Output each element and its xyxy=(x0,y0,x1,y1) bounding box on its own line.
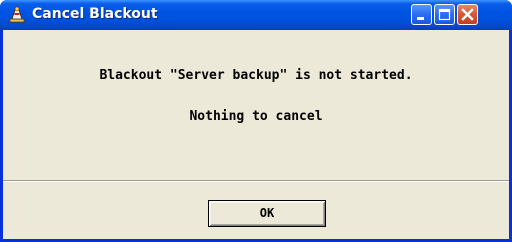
minimize-icon xyxy=(417,17,424,20)
separator xyxy=(3,180,509,182)
message-primary: Blackout "Server backup" is not started. xyxy=(99,68,413,83)
window-title: Cancel Blackout xyxy=(32,6,158,22)
close-button[interactable] xyxy=(457,4,478,25)
minimize-button[interactable] xyxy=(411,4,432,25)
dialog-body: Blackout "Server backup" is not started.… xyxy=(3,30,509,239)
dialog-window: Cancel Blackout Blackout "Server backup"… xyxy=(0,0,512,242)
title-bar[interactable]: Cancel Blackout xyxy=(0,0,512,30)
maximize-icon xyxy=(438,8,451,21)
maximize-button[interactable] xyxy=(434,4,455,25)
blackout-app-icon xyxy=(8,6,26,24)
message-secondary: Nothing to cancel xyxy=(189,109,323,124)
close-icon xyxy=(461,8,474,21)
ok-button[interactable]: OK xyxy=(208,200,326,227)
